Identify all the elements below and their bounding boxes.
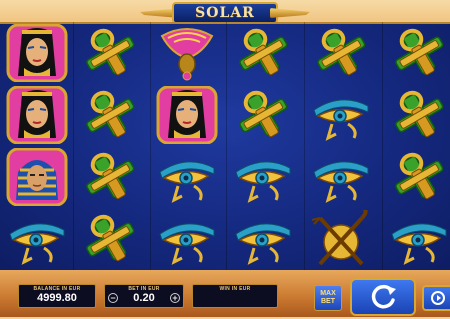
logo-wing-right [270,8,310,18]
ankh-symbol [228,86,298,144]
reel-separator [226,22,227,270]
max-bet-label: MAX BET [320,290,336,305]
autoplay-icon [431,291,445,305]
autoplay-button[interactable] [422,285,450,311]
win-display: WIN IN EUR [192,284,278,308]
eye-of-horus-symbol [228,210,298,268]
bet-decrease-button[interactable]: − [108,293,118,303]
ankh-symbol [75,86,145,144]
ankh-symbol [228,24,298,82]
reel-separator [382,22,383,270]
reel-separator [73,22,74,270]
eye-of-horus-symbol [306,148,376,206]
ankh-symbol [75,148,145,206]
balance-display: BALANCE IN EUR 4999.80 [18,284,96,308]
game-title: SOLAR GOD [172,2,278,39]
game-logo: SOLAR GOD [140,2,310,39]
balance-value: 4999.80 [37,292,77,304]
eye-of-horus-symbol [152,148,222,206]
eye-of-horus-symbol [152,210,222,268]
scarab-symbol [152,24,222,82]
bet-increase-button[interactable]: + [170,293,180,303]
ankh-symbol [384,86,450,144]
ankh-symbol [75,24,145,82]
eye-of-horus-symbol [2,210,72,268]
eye-of-horus-symbol [384,210,450,268]
crook-and-flail-symbol [306,210,376,268]
eye-of-horus-symbol [306,86,376,144]
refresh-icon [371,284,396,309]
reel-separator [304,22,305,270]
win-label: WIN IN EUR [219,286,251,292]
ankh-symbol [306,24,376,82]
reel-separator [150,22,151,270]
cleopatra-symbol [2,24,72,82]
cleopatra-symbol [152,86,222,144]
spin-button[interactable] [350,278,416,316]
max-bet-button[interactable]: MAX BET [314,285,342,311]
ankh-symbol [384,24,450,82]
eye-of-horus-symbol [228,148,298,206]
ankh-symbol [384,148,450,206]
cleopatra-symbol [2,86,72,144]
pharaoh-symbol [2,148,72,206]
ankh-symbol [75,210,145,268]
